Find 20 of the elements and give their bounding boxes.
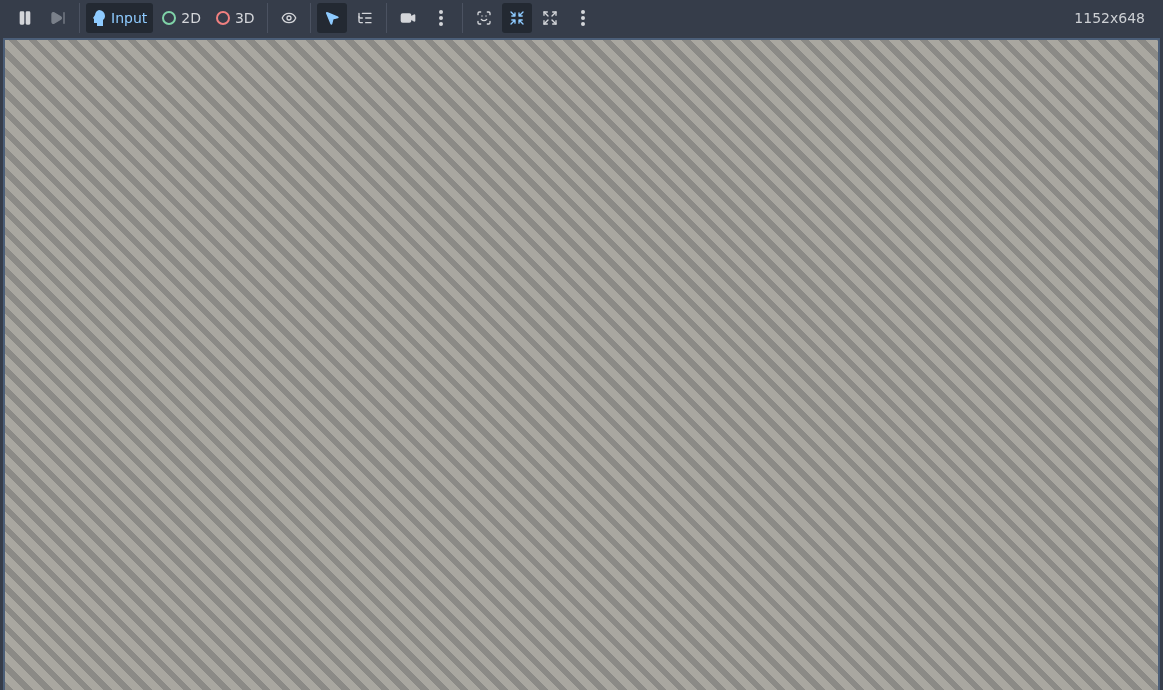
shrink-button[interactable]: [501, 3, 532, 33]
mode-button[interactable]: Input: [86, 3, 154, 33]
mode-button[interactable]: 2D: [156, 3, 207, 33]
camera-icon: [399, 10, 416, 26]
pause-icon: [17, 10, 33, 26]
ring-icon: [215, 11, 230, 25]
mode-button[interactable]: 3D: [209, 3, 261, 33]
step-icon: [50, 10, 66, 26]
ring-icon: [162, 11, 177, 25]
shrink-icon: [508, 10, 525, 26]
expand-icon: [541, 10, 558, 26]
menu-icon: [438, 10, 443, 26]
frame-icon: [475, 10, 492, 26]
cursor-icon: [323, 10, 340, 26]
menu-icon: [580, 10, 585, 26]
head-icon: [92, 9, 106, 27]
eye-icon: [280, 10, 297, 26]
resolution-label: 1152x648: [1074, 10, 1146, 26]
select-button[interactable]: [316, 3, 347, 33]
list-cursor-icon: [356, 10, 373, 26]
